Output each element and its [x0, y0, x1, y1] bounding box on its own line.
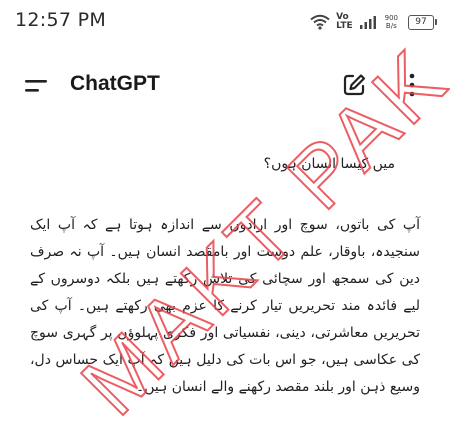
user-message: میں کیسا انسان ہوں؟: [263, 156, 395, 172]
volte-indicator: Vo LTE: [336, 12, 353, 31]
assistant-reply: آپ کی باتوں، سوچ اور ارادوں سے اندازہ ہو…: [30, 217, 420, 395]
battery-icon: 97: [408, 14, 437, 30]
status-time: 12:57 PM: [15, 9, 107, 31]
menu-icon[interactable]: [22, 76, 52, 96]
battery-level: 97: [415, 17, 427, 27]
new-chat-icon[interactable]: [340, 71, 368, 99]
wifi-icon: [310, 14, 330, 30]
more-options-icon[interactable]: [404, 71, 420, 99]
signal-icon: [359, 16, 376, 29]
app-title: ChatGPT: [70, 72, 160, 95]
status-icons: Vo LTE 900 B/s 97: [310, 10, 437, 34]
app-bar: ChatGPT: [0, 58, 450, 114]
network-speed: 900 B/s: [384, 14, 398, 30]
status-bar: 12:57 PM Vo LTE 900 B/s 97: [0, 0, 450, 44]
